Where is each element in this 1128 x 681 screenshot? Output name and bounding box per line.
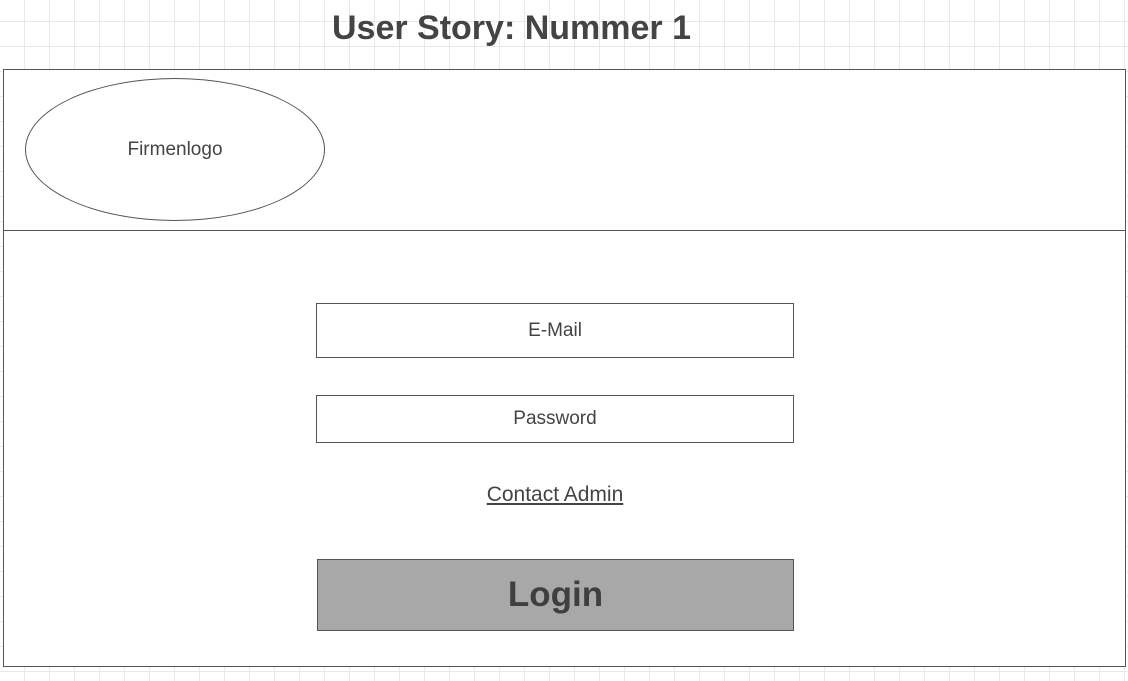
app-frame: Firmenlogo E-Mail Password Contact Admin… bbox=[3, 69, 1126, 667]
company-logo-placeholder: Firmenlogo bbox=[25, 78, 325, 221]
password-placeholder: Password bbox=[513, 408, 597, 429]
contact-admin-link[interactable]: Contact Admin bbox=[316, 481, 794, 509]
login-button[interactable]: Login bbox=[317, 559, 794, 631]
email-placeholder: E-Mail bbox=[528, 319, 582, 341]
login-button-label: Login bbox=[507, 575, 604, 614]
header: Firmenlogo bbox=[4, 70, 1125, 231]
password-field[interactable]: Password bbox=[316, 395, 794, 443]
email-field[interactable]: E-Mail bbox=[316, 303, 794, 358]
logo-label: Firmenlogo bbox=[127, 138, 223, 160]
page-title: User Story: Nummer 1 bbox=[331, 9, 691, 47]
